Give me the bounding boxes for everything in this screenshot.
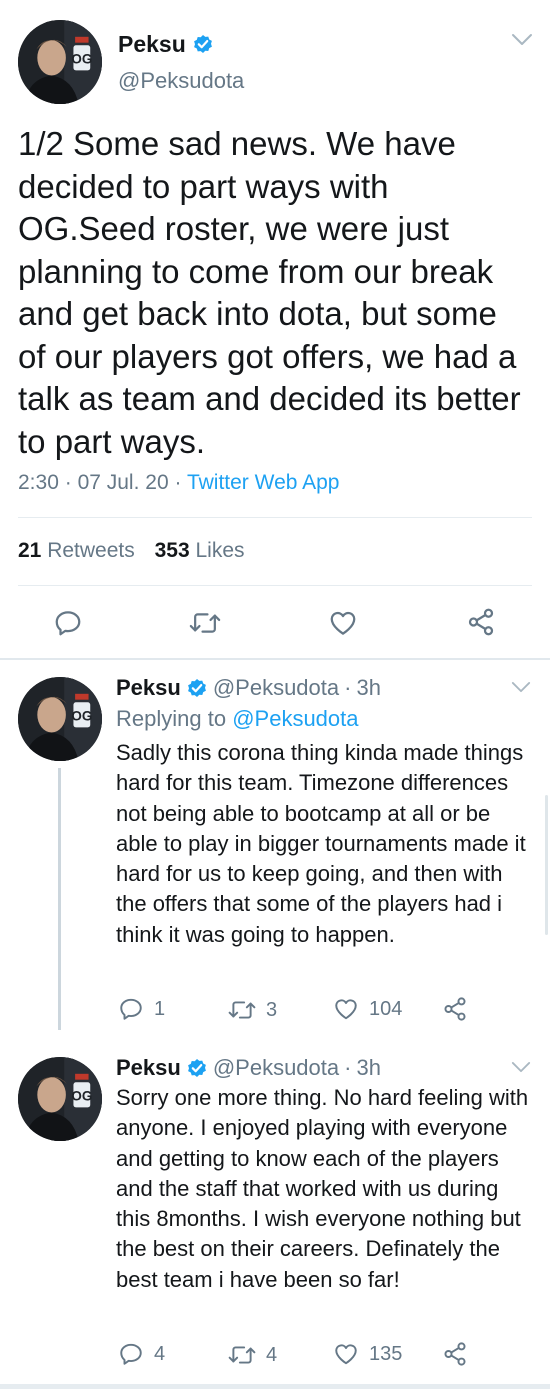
scrollbar[interactable] — [545, 795, 548, 935]
tweet-date: 07 Jul. 20 — [77, 471, 169, 494]
reply-icon — [120, 1343, 142, 1365]
chevron-down-icon[interactable] — [511, 1061, 531, 1079]
tweet-text: 1/2 Some sad news. We have decided to pa… — [18, 125, 521, 460]
retweets-label: Retweets — [47, 539, 135, 562]
share-icon — [444, 1342, 466, 1366]
tweet-text: Sadly this corona thing kinda made thing… — [116, 740, 526, 947]
heart-icon — [335, 999, 357, 1020]
author-name[interactable]: Peksu — [116, 1055, 181, 1081]
reply-header: Peksu @Peksudota · 3h — [116, 1054, 381, 1082]
retweet-icon — [189, 613, 221, 633]
avatar[interactable] — [18, 677, 102, 761]
tweet-stats: 21 Retweets 353 Likes — [18, 539, 245, 563]
author-name: Peksu — [118, 30, 186, 57]
share-button[interactable] — [466, 607, 496, 642]
tweet-meta: 2:30 · 07 Jul. 20 · Twitter Web App — [18, 471, 339, 495]
like-count: 135 — [369, 1342, 403, 1365]
meta-separator: · — [344, 1055, 352, 1080]
author-name[interactable]: Peksu — [116, 675, 181, 701]
avatar[interactable] — [18, 1057, 102, 1141]
retweet-icon — [228, 1346, 256, 1364]
verified-badge-icon — [192, 33, 213, 55]
share-icon — [468, 608, 494, 636]
retweet-button[interactable]: 4 — [228, 1343, 277, 1367]
share-icon — [444, 997, 466, 1021]
tweet-age: 3h — [356, 675, 381, 700]
verified-badge-icon — [186, 1057, 207, 1079]
reply-button[interactable] — [53, 608, 83, 643]
avatar-image — [18, 677, 102, 761]
author-handle[interactable]: @Peksudota — [118, 68, 244, 94]
retweet-icon — [228, 1001, 256, 1019]
author-name-row[interactable]: Peksu — [118, 30, 215, 58]
replying-to-label: Replying to — [116, 706, 227, 731]
tweet-source-link[interactable]: Twitter Web App — [187, 471, 340, 494]
avatar-image — [18, 1057, 102, 1141]
thread-connector-line — [58, 768, 61, 1030]
bottom-divider — [0, 1384, 550, 1389]
tweet-text: Sorry one more thing. No hard feeling wi… — [116, 1085, 529, 1292]
retweet-count: 3 — [266, 998, 278, 1021]
heart-icon — [330, 611, 356, 635]
verified-badge-icon — [186, 677, 207, 699]
avatar[interactable] — [18, 20, 102, 104]
likes-count: 353 — [154, 539, 190, 562]
meta-separator: · — [344, 675, 352, 700]
replying-to-link[interactable]: @Peksudota — [232, 706, 358, 731]
like-button[interactable]: 104 — [333, 996, 402, 1022]
reply-header: Peksu @Peksudota · 3h — [116, 674, 381, 702]
meta-separator: · — [174, 471, 182, 494]
retweet-count: 4 — [266, 1343, 278, 1366]
reply-count: 1 — [154, 997, 166, 1020]
reply-count: 4 — [154, 1342, 166, 1365]
tweet-time: 2:30 — [18, 471, 59, 494]
replying-to: Replying to @Peksudota — [116, 706, 359, 732]
reply-icon — [55, 611, 81, 636]
likes-label: Likes — [195, 539, 245, 562]
likes-stat[interactable]: 353 Likes — [155, 539, 245, 562]
chevron-down-icon[interactable] — [511, 33, 533, 52]
retweet-button[interactable]: 3 — [228, 998, 277, 1022]
reply-icon — [120, 998, 142, 1020]
retweets-count: 21 — [18, 539, 42, 562]
author-handle[interactable]: @Peksudota — [213, 675, 339, 701]
retweets-stat[interactable]: 21 Retweets — [18, 539, 141, 562]
like-button[interactable]: 135 — [333, 1341, 402, 1367]
reply-button[interactable]: 4 — [118, 1341, 165, 1367]
avatar-image — [18, 20, 102, 104]
meta-separator: · — [64, 471, 72, 494]
chevron-down-icon[interactable] — [511, 681, 531, 699]
tweet-age: 3h — [356, 1055, 381, 1080]
like-button[interactable] — [328, 608, 358, 643]
reply-button[interactable]: 1 — [118, 996, 165, 1022]
heart-icon — [335, 1344, 357, 1365]
divider — [18, 585, 532, 586]
retweet-button[interactable] — [189, 609, 221, 642]
author-handle[interactable]: @Peksudota — [213, 1055, 339, 1081]
like-count: 104 — [369, 997, 403, 1020]
share-button[interactable] — [442, 996, 468, 1022]
divider — [18, 517, 532, 518]
divider — [0, 658, 550, 660]
share-button[interactable] — [442, 1341, 468, 1367]
